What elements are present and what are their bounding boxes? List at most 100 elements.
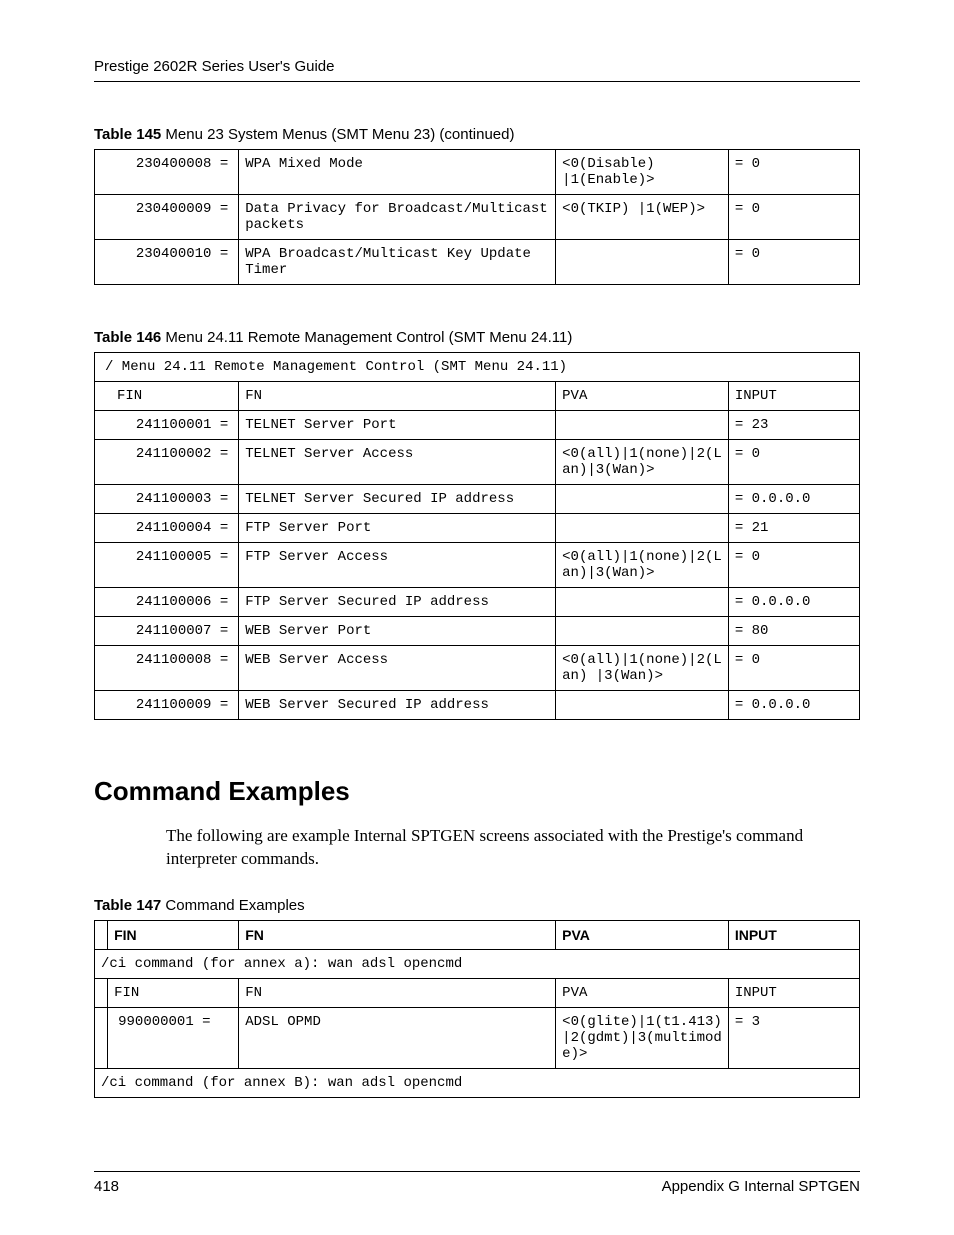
cell-fin: 241100009 = (95, 691, 239, 720)
cell-fn: FTP Server Access (239, 543, 556, 588)
cell-fn: Data Privacy for Broadcast/Multicast pac… (239, 195, 556, 240)
table145-caption-num: Table 145 (94, 126, 161, 143)
table-row: 241100002 =TELNET Server Access<0(all)|1… (95, 440, 860, 485)
table-head-row: FIN FN PVA INPUT (95, 920, 860, 949)
table-row: 241100005 =FTP Server Access<0(all)|1(no… (95, 543, 860, 588)
cell-pva: <0(Disable) |1(Enable)> (556, 150, 729, 195)
cell-input: = 0 (728, 195, 859, 240)
cell-input: = 23 (728, 411, 859, 440)
table-row: 230400010 = WPA Broadcast/Multicast Key … (95, 240, 860, 285)
cell-pva (556, 485, 729, 514)
cell-input: = 0.0.0.0 (728, 588, 859, 617)
cell-fn: WPA Mixed Mode (239, 150, 556, 195)
banner-annex-b: /ci command (for annex B): wan adsl open… (95, 1068, 860, 1097)
cell-input: = 0.0.0.0 (728, 691, 859, 720)
table147-caption-text: Command Examples (161, 897, 304, 914)
table147-caption-num: Table 147 (94, 897, 161, 914)
table-banner-row: /ci command (for annex a): wan adsl open… (95, 949, 860, 978)
page-number: 418 (94, 1178, 119, 1195)
cell-input: = 0 (728, 240, 859, 285)
cell-fin: 241100005 = (95, 543, 239, 588)
head-fn: FN (239, 920, 556, 949)
cell-input: = 80 (728, 617, 859, 646)
sub-input: INPUT (728, 978, 859, 1007)
cell-input: = 3 (728, 1007, 859, 1068)
footer-section: Appendix G Internal SPTGEN (662, 1178, 860, 1195)
cell-fin: 241100008 = (95, 646, 239, 691)
cell-fn: WEB Server Access (239, 646, 556, 691)
sub-pva: PVA (556, 978, 729, 1007)
table147: FIN FN PVA INPUT /ci command (for annex … (94, 920, 860, 1098)
cell-pva (556, 240, 729, 285)
cell-fn: ADSL OPMD (239, 1007, 556, 1068)
table-row: 990000001 = ADSL OPMD <0(glite)|1(t1.413… (95, 1007, 860, 1068)
table147-caption: Table 147 Command Examples (94, 897, 860, 914)
cell-fn: WEB Server Port (239, 617, 556, 646)
cell-input: = 0 (728, 646, 859, 691)
cell-pva (556, 514, 729, 543)
section-paragraph: The following are example Internal SPTGE… (166, 825, 860, 871)
table-row: 241100001 =TELNET Server Port = 23 (95, 411, 860, 440)
table145-caption-text: Menu 23 System Menus (SMT Menu 23) (cont… (161, 126, 514, 143)
table146-banner: / Menu 24.11 Remote Management Control (… (95, 353, 860, 382)
table145: 230400008 = WPA Mixed Mode <0(Disable) |… (94, 149, 860, 285)
cell-fin: 241100006 = (95, 588, 239, 617)
table-row: 241100009 =WEB Server Secured IP address… (95, 691, 860, 720)
cell-fin: 230400009 = (95, 195, 239, 240)
table146-caption-num: Table 146 (94, 329, 161, 346)
table146: / Menu 24.11 Remote Management Control (… (94, 352, 860, 720)
cell-pva: <0(TKIP) |1(WEP)> (556, 195, 729, 240)
cell-blank (95, 1007, 108, 1068)
table-banner-row: / Menu 24.11 Remote Management Control (… (95, 353, 860, 382)
cell-fin: 241100001 = (95, 411, 239, 440)
cell-pva: <0(all)|1(none)|2(Lan) |3(Wan)> (556, 646, 729, 691)
table-row: 241100008 =WEB Server Access<0(all)|1(no… (95, 646, 860, 691)
section-heading: Command Examples (94, 776, 860, 807)
table-row: 230400009 = Data Privacy for Broadcast/M… (95, 195, 860, 240)
table-row: 241100007 =WEB Server Port = 80 (95, 617, 860, 646)
table-row: 241100004 =FTP Server Port= 21 (95, 514, 860, 543)
cell-fn: FTP Server Secured IP address (239, 588, 556, 617)
sub-fn: FN (239, 978, 556, 1007)
cell-pva: <0(glite)|1(t1.413)|2(gdmt)|3(multimode)… (556, 1007, 729, 1068)
page-footer: 418 Appendix G Internal SPTGEN (94, 1171, 860, 1195)
cell-input: = 0 (728, 150, 859, 195)
banner-annex-a: /ci command (for annex a): wan adsl open… (95, 949, 860, 978)
head-blank (95, 920, 108, 949)
table-row: 230400008 = WPA Mixed Mode <0(Disable) |… (95, 150, 860, 195)
cell-fin: 241100003 = (95, 485, 239, 514)
table-banner-row: /ci command (for annex B): wan adsl open… (95, 1068, 860, 1097)
cell-fin: 230400008 = (95, 150, 239, 195)
cell-fin: 241100004 = (95, 514, 239, 543)
cell-input: = 21 (728, 514, 859, 543)
cell-input: = 0 (728, 440, 859, 485)
table146-caption: Table 146 Menu 24.11 Remote Management C… (94, 329, 860, 346)
head-input: INPUT (728, 920, 859, 949)
table145-caption: Table 145 Menu 23 System Menus (SMT Menu… (94, 126, 860, 143)
table-head-row: FIN FN PVA INPUT (95, 382, 860, 411)
cell-pva (556, 617, 729, 646)
cell-fn: TELNET Server Port (239, 411, 556, 440)
cell-fn: WEB Server Secured IP address (239, 691, 556, 720)
running-header: Prestige 2602R Series User's Guide (94, 58, 860, 82)
cell-fin: 241100007 = (95, 617, 239, 646)
table-subhead-row: FIN FN PVA INPUT (95, 978, 860, 1007)
cell-pva (556, 588, 729, 617)
cell-fn: TELNET Server Secured IP address (239, 485, 556, 514)
cell-fin: 241100002 = (95, 440, 239, 485)
cell-pva: <0(all)|1(none)|2(Lan)|3(Wan)> (556, 440, 729, 485)
head-pva: PVA (556, 920, 729, 949)
table146-caption-text: Menu 24.11 Remote Management Control (SM… (161, 329, 572, 346)
cell-fin: 230400010 = (95, 240, 239, 285)
cell-fn: TELNET Server Access (239, 440, 556, 485)
table-row: 241100006 =FTP Server Secured IP address… (95, 588, 860, 617)
sub-fin: FIN (108, 978, 239, 1007)
head-fn: FN (239, 382, 556, 411)
cell-input: = 0 (728, 543, 859, 588)
cell-pva: <0(all)|1(none)|2(Lan)|3(Wan)> (556, 543, 729, 588)
cell-fin: 990000001 = (108, 1007, 239, 1068)
cell-pva (556, 411, 729, 440)
cell-fn: WPA Broadcast/Multicast Key Update Timer (239, 240, 556, 285)
head-fin: FIN (108, 920, 239, 949)
head-pva: PVA (556, 382, 729, 411)
